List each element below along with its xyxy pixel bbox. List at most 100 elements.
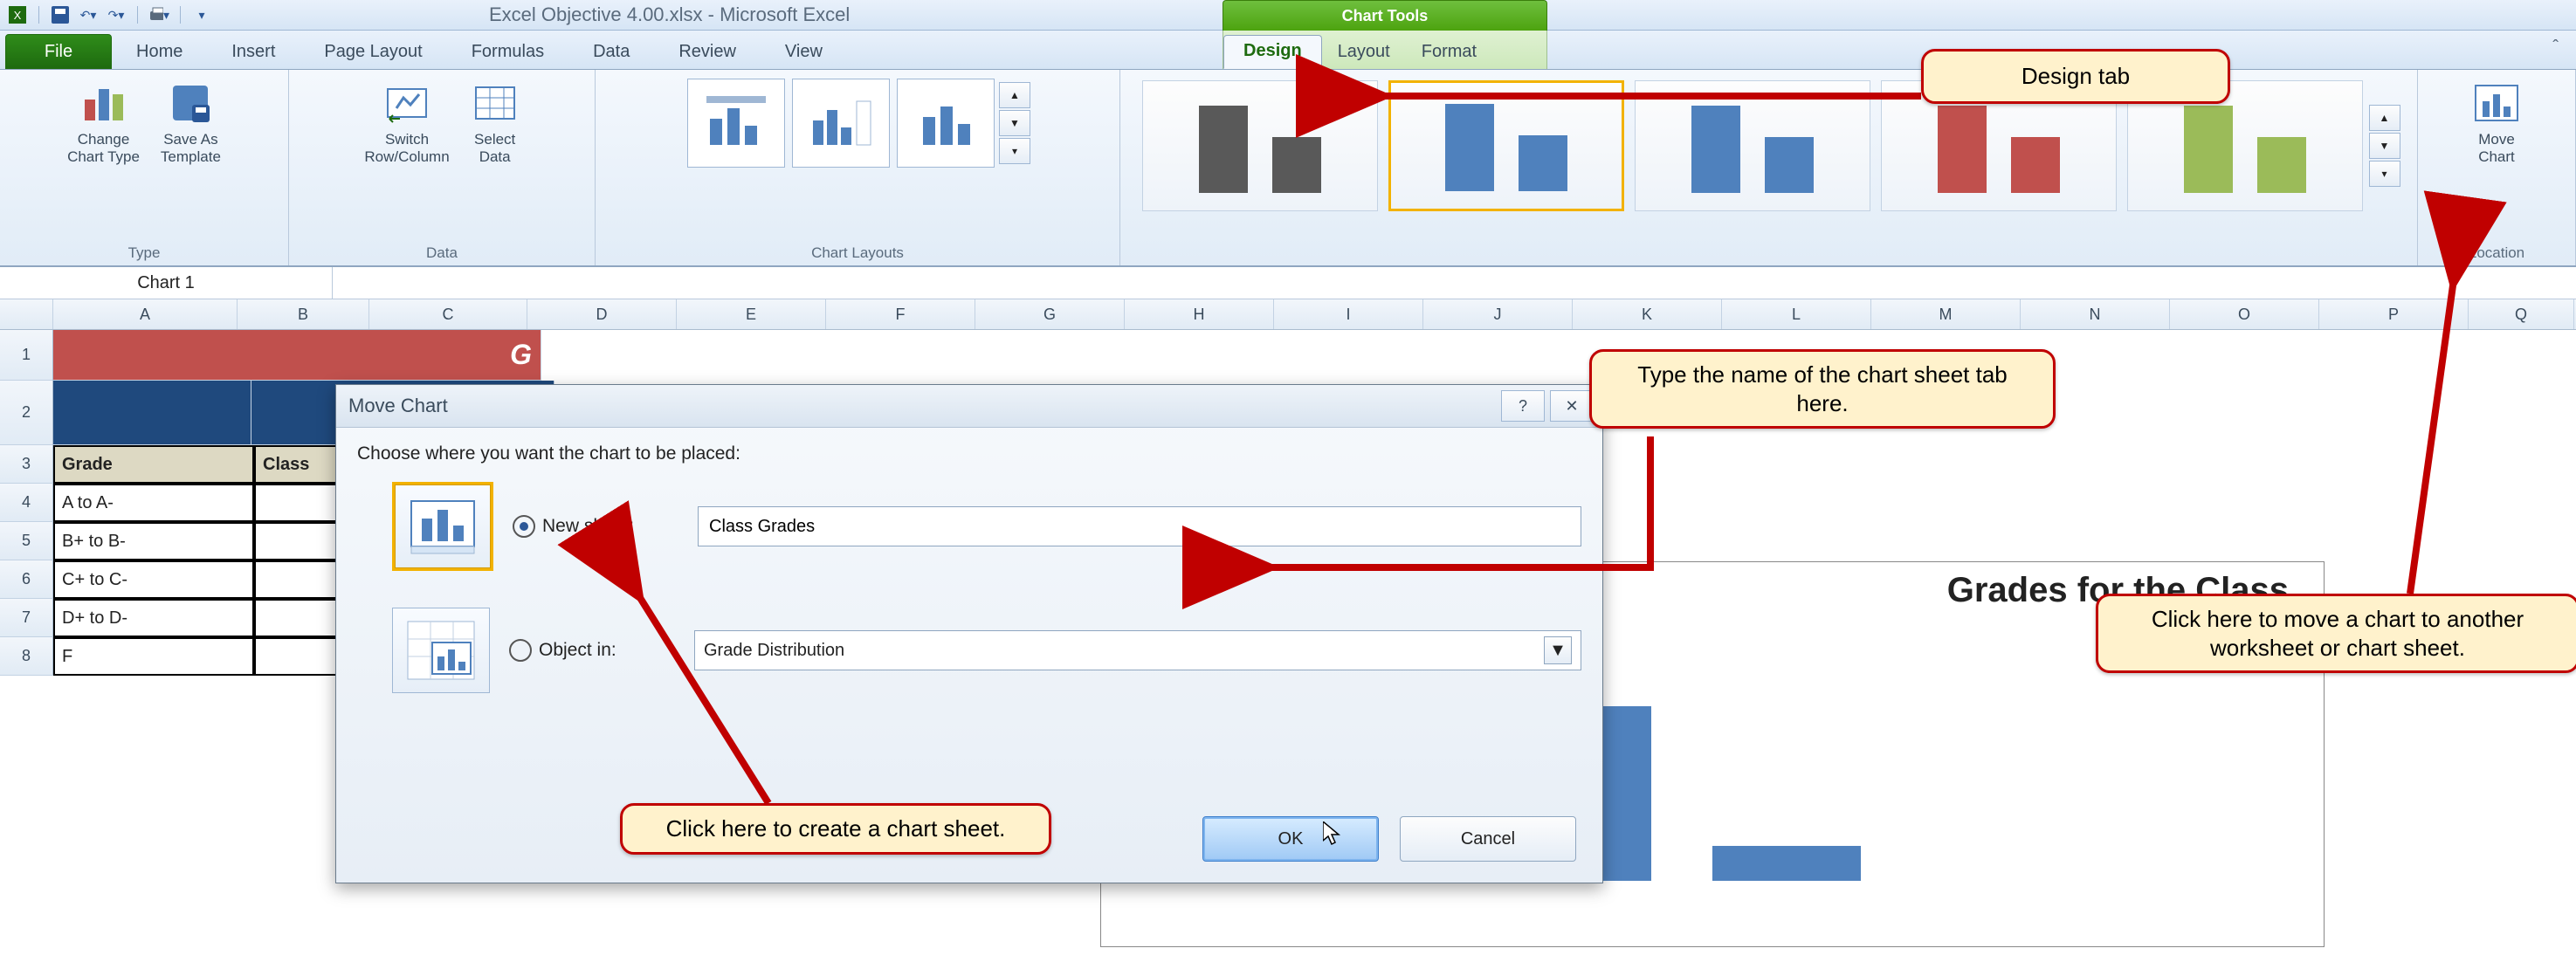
radio-object-in[interactable]: Object in: (509, 639, 675, 662)
cell[interactable] (53, 381, 251, 445)
contextual-tabs: Design Layout Format (1223, 31, 1547, 69)
dialog-buttons: OK Cancel (1202, 816, 1576, 862)
cell[interactable]: D+ to D- (53, 599, 254, 637)
col-header[interactable]: F (826, 299, 975, 329)
row-header[interactable]: 4 (0, 484, 53, 522)
tab-view[interactable]: View (761, 37, 847, 69)
ribbon-collapse-icon[interactable]: ˆ (2552, 38, 2559, 58)
row-header[interactable]: 8 (0, 637, 53, 676)
ok-button[interactable]: OK (1202, 816, 1379, 862)
row-header[interactable]: 6 (0, 560, 53, 599)
column-headers: A B C D E F G H I J K L M N O P Q (0, 299, 2576, 330)
dialog-prompt: Choose where you want the chart to be pl… (357, 443, 1581, 464)
chevron-down-icon[interactable]: ▼ (1544, 636, 1572, 664)
radio-object-in-label: Object in: (539, 640, 616, 661)
row-header[interactable]: 3 (0, 445, 53, 484)
print-icon[interactable]: ▾ (148, 4, 169, 25)
redo-icon[interactable]: ↷▾ (106, 4, 127, 25)
row-header[interactable]: 7 (0, 599, 53, 637)
row-header[interactable]: 1 (0, 330, 53, 381)
layout-thumb-3[interactable] (897, 79, 995, 168)
tab-formulas[interactable]: Formulas (447, 37, 568, 69)
formula-bar-row: Chart 1 (0, 267, 2576, 299)
cancel-button[interactable]: Cancel (1400, 816, 1576, 862)
svg-text:X: X (14, 9, 22, 22)
tab-data[interactable]: Data (568, 37, 654, 69)
col-header[interactable]: L (1722, 299, 1871, 329)
move-chart-button[interactable]: Move Chart (2465, 75, 2528, 168)
style-thumb-1[interactable] (1142, 80, 1378, 211)
layout-spin-up-icon[interactable]: ▲ (999, 82, 1030, 108)
new-sheet-name-input[interactable] (698, 506, 1581, 546)
row-header[interactable]: 2 (0, 381, 53, 445)
layout-thumb-1[interactable] (687, 79, 785, 168)
col-header[interactable]: Q (2469, 299, 2574, 329)
col-header[interactable]: J (1423, 299, 1573, 329)
group-location-label: Location (2418, 244, 2575, 262)
style-spin-up-icon[interactable]: ▲ (2369, 105, 2400, 131)
cell[interactable]: C+ to C- (53, 560, 254, 599)
style-thumb-3[interactable] (1635, 80, 1870, 211)
col-header[interactable]: B (238, 299, 369, 329)
dialog-close-button[interactable]: ✕ (1550, 390, 1594, 422)
col-header[interactable]: A (53, 299, 238, 329)
col-header[interactable]: P (2319, 299, 2469, 329)
tab-review[interactable]: Review (654, 37, 761, 69)
col-header[interactable]: H (1125, 299, 1274, 329)
option-new-sheet-row: New sheet: (392, 482, 1581, 571)
col-header[interactable]: O (2170, 299, 2319, 329)
cell-title[interactable]: G (53, 330, 541, 381)
group-location: Move Chart Location (2418, 70, 2576, 265)
style-spin-down-icon[interactable]: ▼ (2369, 133, 2400, 159)
dialog-help-button[interactable]: ? (1501, 390, 1545, 422)
style-spin-more-icon[interactable]: ▾ (2369, 161, 2400, 187)
cell[interactable]: B+ to B- (53, 522, 254, 560)
radio-new-sheet[interactable]: New sheet: (513, 515, 678, 538)
option-object-in-row: Object in: Grade Distribution ▼ (392, 608, 1581, 693)
col-header[interactable]: N (2021, 299, 2170, 329)
object-in-icon (392, 608, 490, 693)
move-chart-label: Move Chart (2478, 131, 2515, 165)
dialog-titlebar[interactable]: Move Chart ? ✕ (336, 385, 1602, 428)
style-thumb-2[interactable] (1388, 80, 1624, 211)
save-icon[interactable] (50, 4, 71, 25)
tab-file[interactable]: File (5, 34, 112, 69)
cell[interactable]: F (53, 637, 254, 676)
tab-format[interactable]: Format (1406, 37, 1492, 69)
tab-layout[interactable]: Layout (1322, 37, 1406, 69)
col-header[interactable]: K (1573, 299, 1722, 329)
tab-page-layout[interactable]: Page Layout (300, 37, 446, 69)
change-chart-type-button[interactable]: Change Chart Type (60, 75, 147, 168)
quick-access-toolbar: X ↶▾ ↷▾ ▾ ▾ (7, 4, 212, 25)
object-in-combobox[interactable]: Grade Distribution ▼ (694, 630, 1581, 670)
layout-spin-down-icon[interactable]: ▼ (999, 110, 1030, 136)
select-data-label: Select Data (474, 131, 515, 165)
col-header[interactable]: G (975, 299, 1125, 329)
switch-row-column-button[interactable]: Switch Row/Column (357, 75, 456, 168)
cell[interactable]: A to A- (53, 484, 254, 522)
tab-home[interactable]: Home (112, 37, 207, 69)
save-as-template-label: Save As Template (161, 131, 221, 165)
col-header[interactable]: D (527, 299, 677, 329)
undo-icon[interactable]: ↶▾ (78, 4, 99, 25)
switch-row-column-label: Switch Row/Column (364, 131, 449, 165)
tab-insert[interactable]: Insert (207, 37, 300, 69)
col-header[interactable]: M (1871, 299, 2021, 329)
layout-thumb-2[interactable] (792, 79, 890, 168)
new-sheet-icon (392, 482, 493, 571)
layout-spin-more-icon[interactable]: ▾ (999, 138, 1030, 164)
col-header[interactable]: I (1274, 299, 1423, 329)
row-header[interactable]: 5 (0, 522, 53, 560)
col-header[interactable]: E (677, 299, 826, 329)
qat-customize-icon[interactable]: ▾ (191, 4, 212, 25)
document-title: Excel Objective 4.00.xlsx - Microsoft Ex… (489, 0, 850, 30)
tab-design[interactable]: Design (1223, 35, 1322, 69)
select-data-button[interactable]: Select Data (464, 75, 527, 168)
callout-move-chart-btn: Click here to move a chart to another wo… (2096, 594, 2576, 673)
title-bar: X ↶▾ ↷▾ ▾ ▾ Excel Objective 4.00.xlsx - … (0, 0, 2576, 31)
save-as-template-button[interactable]: Save As Template (154, 75, 228, 168)
name-box[interactable]: Chart 1 (0, 267, 333, 299)
cell[interactable]: Grade (53, 445, 254, 484)
col-header[interactable]: C (369, 299, 527, 329)
app-window: X ↶▾ ↷▾ ▾ ▾ Excel Objective 4.00.xlsx - … (0, 0, 2576, 962)
